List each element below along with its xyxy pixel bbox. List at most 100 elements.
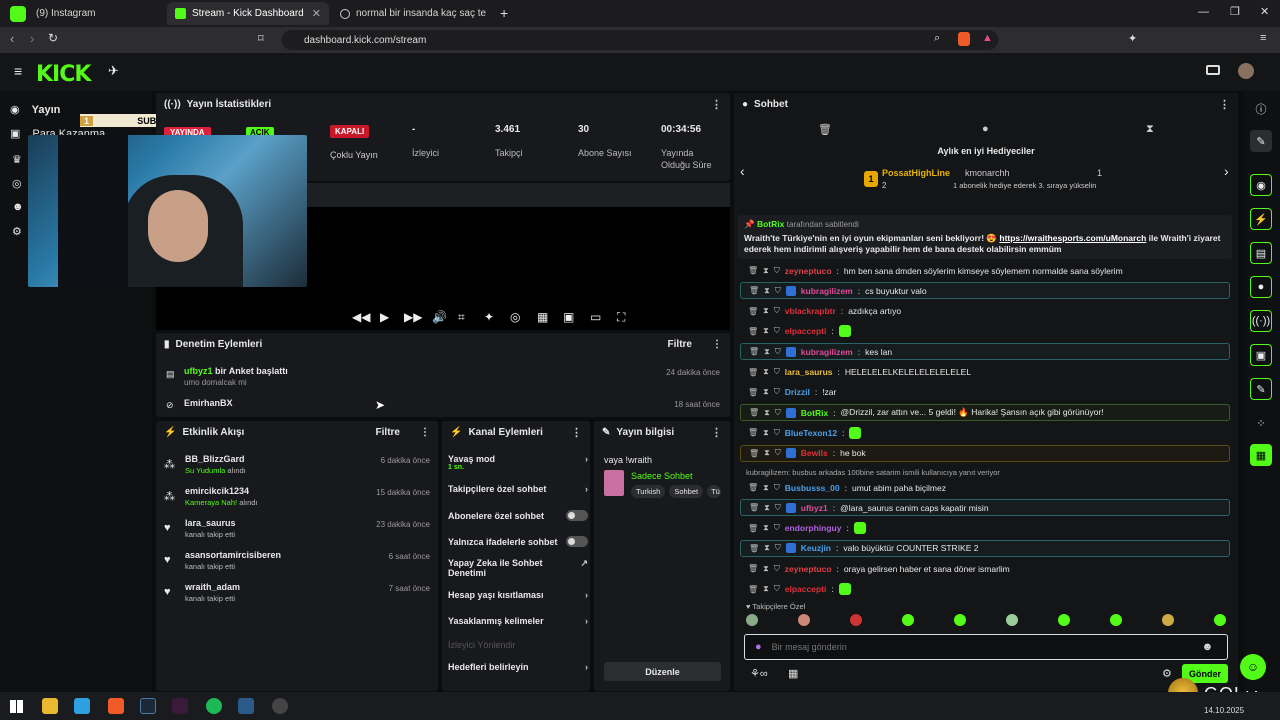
emote-icon[interactable] bbox=[850, 614, 862, 626]
chat-username[interactable]: endorphinguy bbox=[785, 523, 842, 533]
monitor-icon[interactable]: ▣ bbox=[1250, 344, 1272, 366]
ban-icon[interactable]: ⛉ bbox=[774, 428, 780, 438]
emoji-icon[interactable]: ☻ bbox=[1202, 641, 1214, 653]
timeout-icon[interactable]: ⧗ bbox=[764, 286, 770, 296]
timeout-icon[interactable]: ⧗ bbox=[763, 367, 769, 377]
trash-icon[interactable]: 🗑 bbox=[749, 544, 759, 553]
emote-icon[interactable] bbox=[798, 614, 810, 626]
chat-message[interactable]: 🗑 ⧗ ⛉ endorphinguy: bbox=[740, 520, 1230, 537]
chat-message[interactable]: 🗑 ⧗ ⛉ vblackrapbtr: azdıkça artıyo bbox=[740, 303, 1230, 320]
chat-username[interactable]: zeyneptuco bbox=[785, 266, 832, 276]
obs-icon[interactable] bbox=[272, 698, 288, 714]
chat-username[interactable]: Keuzjin bbox=[801, 543, 831, 553]
chat-settings-icon[interactable]: ⚙ bbox=[1162, 667, 1172, 680]
kick-logo[interactable]: KICK bbox=[36, 62, 91, 87]
chat-username[interactable]: kubragilizem bbox=[801, 286, 853, 296]
chat-message[interactable]: 🗑 ⧗ ⛉ Busbusss_00: umut abim paha biçilmez bbox=[740, 479, 1230, 496]
info-icon[interactable]: ⓘ bbox=[1250, 98, 1272, 120]
timeout-icon[interactable]: ⧗ bbox=[763, 387, 769, 397]
steam2-icon[interactable] bbox=[238, 698, 254, 714]
emote-icon[interactable] bbox=[1214, 614, 1226, 626]
broadcast-icon[interactable]: ((·)) bbox=[1250, 310, 1272, 332]
user-name[interactable]: EmirhanBX bbox=[184, 398, 233, 408]
emote-icon[interactable] bbox=[1058, 614, 1070, 626]
tab-instagram[interactable]: (9) Instagram bbox=[28, 2, 168, 25]
trash-icon[interactable]: 🗑 bbox=[748, 388, 758, 397]
chat-message[interactable]: 🗑 ⧗ ⛉ elpaccepti: bbox=[740, 323, 1230, 340]
sidebar-item-yayin[interactable]: ◉ Yayın bbox=[10, 103, 60, 117]
chat-username[interactable]: BlueTexon12 bbox=[785, 428, 837, 438]
user-name[interactable]: wraith_adam bbox=[185, 582, 240, 592]
pip-icon[interactable]: ▣ bbox=[563, 310, 574, 324]
trash-icon[interactable]: 🗑 bbox=[748, 585, 758, 594]
windows-start-icon[interactable] bbox=[10, 700, 23, 713]
sparkle-icon[interactable]: ✦ bbox=[484, 310, 494, 324]
brave-icon[interactable] bbox=[108, 698, 124, 714]
tab-kick-dashboard[interactable]: Stream - Kick Dashboard ✕ bbox=[167, 2, 329, 25]
avatar[interactable] bbox=[1238, 63, 1254, 79]
reload-icon[interactable]: ↻ bbox=[48, 31, 58, 45]
trash-icon[interactable]: 🗑 bbox=[748, 564, 758, 573]
help-button[interactable]: ☺ bbox=[1240, 654, 1266, 680]
emote-icon[interactable] bbox=[1110, 614, 1122, 626]
chat-message[interactable]: 🗑 ⧗ ⛉ Keuzjin: valo büyüktür COUNTER STRIKE … bbox=[740, 539, 1230, 557]
settings-icon[interactable]: ⚙ bbox=[12, 225, 22, 238]
gifter2-name[interactable]: kmonarchh bbox=[965, 168, 1010, 178]
menu-icon[interactable]: ≡ bbox=[1260, 32, 1266, 44]
users-icon[interactable]: ⁘ bbox=[1250, 412, 1272, 434]
chat-bubble-icon[interactable]: ● bbox=[982, 123, 989, 135]
ban-icon[interactable]: ⛉ bbox=[774, 306, 780, 316]
ban-icon[interactable]: ⛉ bbox=[774, 266, 780, 276]
timeout-icon[interactable]: ⧗ bbox=[764, 408, 770, 418]
chat-message[interactable]: 🗑 ⧗ ⛉ lara_saurus: HELELELELKELELELELELELEL bbox=[740, 364, 1230, 381]
chat-username[interactable]: BotRix bbox=[801, 408, 828, 418]
emote-icon[interactable] bbox=[1006, 614, 1018, 626]
users-icon[interactable]: ☻ bbox=[12, 201, 24, 213]
switch-icon[interactable] bbox=[1206, 65, 1220, 75]
trash-icon[interactable]: 🗑 bbox=[818, 123, 832, 136]
trash-icon[interactable]: 🗑 bbox=[749, 503, 759, 512]
chat-message[interactable]: 🗑 ⧗ ⛉ elpaccepti: bbox=[740, 581, 1230, 598]
ban-icon[interactable]: ⛉ bbox=[774, 523, 780, 533]
more-icon[interactable]: ⋮ bbox=[571, 426, 582, 439]
tab-search[interactable]: normal bir insanda kaç saç teli vardır bbox=[332, 2, 494, 25]
chat-username[interactable]: Bewlls bbox=[801, 448, 828, 458]
document-icon[interactable]: ▤ bbox=[1250, 242, 1272, 264]
emote-icon[interactable] bbox=[902, 614, 914, 626]
file-explorer-icon[interactable] bbox=[42, 698, 58, 714]
chat-username[interactable]: elpaccepti bbox=[785, 326, 827, 336]
emote-icon[interactable] bbox=[746, 614, 758, 626]
more-icon[interactable]: ⋮ bbox=[711, 426, 722, 439]
store-app-icon[interactable] bbox=[74, 698, 90, 714]
timeout-icon[interactable]: ⧗ bbox=[763, 306, 769, 316]
trash-icon[interactable]: 🗑 bbox=[748, 428, 758, 437]
calendar-icon[interactable]: ▦ bbox=[1250, 444, 1272, 466]
brave-shield-icon[interactable] bbox=[958, 32, 970, 46]
edit-button[interactable]: Düzenle bbox=[604, 662, 721, 681]
ban-icon[interactable]: ⛉ bbox=[774, 584, 780, 594]
chat-message[interactable]: 🗑 ⧗ ⛉ kubragilizem: kes lan bbox=[740, 343, 1230, 361]
close-icon[interactable]: ✕ bbox=[312, 7, 321, 20]
timeout-icon[interactable]: ⧗ bbox=[763, 564, 769, 574]
ban-icon[interactable]: ⛉ bbox=[775, 543, 781, 553]
chat-username[interactable]: kubragilizem bbox=[801, 347, 853, 357]
chat-message[interactable]: 🗑 ⧗ ⛉ BlueTexon12: bbox=[740, 424, 1230, 441]
rocket-icon[interactable]: ✈ bbox=[108, 63, 119, 79]
chat-username[interactable]: ufbyz1 bbox=[801, 503, 828, 513]
search-icon[interactable]: ⌕ bbox=[934, 32, 940, 45]
chat-username[interactable]: Busbusss_00 bbox=[785, 483, 840, 493]
ban-icon[interactable]: ⛉ bbox=[775, 448, 781, 458]
opera-logo-icon[interactable] bbox=[10, 6, 26, 22]
slow-mode-item[interactable]: Yavaş mod 1 sn. › bbox=[448, 454, 588, 474]
timer-icon[interactable]: ⧗ bbox=[1146, 123, 1154, 136]
trash-icon[interactable]: 🗑 bbox=[748, 307, 758, 316]
ban-icon[interactable]: ⛉ bbox=[774, 564, 780, 574]
timeout-icon[interactable]: ⧗ bbox=[763, 326, 769, 336]
forward-icon[interactable]: › bbox=[30, 31, 34, 46]
stats-icon[interactable]: ▦ bbox=[537, 310, 548, 324]
trash-icon[interactable]: 🗑 bbox=[749, 408, 759, 417]
ban-icon[interactable]: ⛉ bbox=[775, 408, 781, 418]
subs-only-toggle[interactable] bbox=[566, 510, 588, 521]
account-age-item[interactable]: Hesap yaşı kısıtlaması › bbox=[448, 590, 588, 600]
timeout-icon[interactable]: ⧗ bbox=[763, 266, 769, 276]
